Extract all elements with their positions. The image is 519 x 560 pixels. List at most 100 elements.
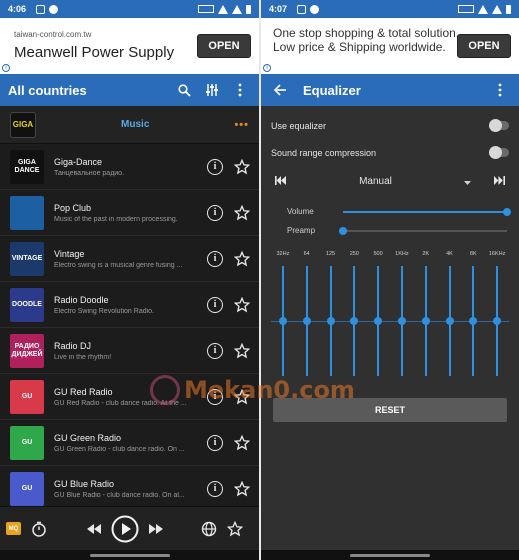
eq-band: 125 <box>319 248 343 380</box>
eq-band-thumb[interactable] <box>326 317 335 325</box>
favorite-star-icon[interactable] <box>233 250 251 268</box>
ad-info-icon[interactable]: i <box>263 64 271 72</box>
station-info-icon[interactable]: i <box>207 204 223 221</box>
eq-band-thumb[interactable] <box>278 317 287 325</box>
station-text: Radio DJ Live in the rhythm! <box>44 341 201 361</box>
eq-band: 1KHz <box>390 248 414 380</box>
station-info-icon[interactable]: i <box>207 388 223 405</box>
favorite-star-icon[interactable] <box>233 480 251 498</box>
favorite-star-icon[interactable] <box>233 342 251 360</box>
volume-slider[interactable] <box>343 207 511 216</box>
equalizer-screen: 4:07 One stop shopping & total solution.… <box>261 0 519 560</box>
favorite-star-icon[interactable] <box>233 388 251 406</box>
station-logo: DOODLE <box>10 287 44 322</box>
station-info-icon[interactable]: i <box>207 434 223 451</box>
page-title: Equalizer <box>303 82 361 98</box>
ad-open-button[interactable]: OPEN <box>457 34 511 58</box>
search-icon[interactable] <box>173 79 195 101</box>
station-description: GU Red Radio - club dance radio. At the … <box>54 399 187 407</box>
favorite-star-icon[interactable] <box>233 296 251 314</box>
sleep-timer-icon[interactable] <box>31 521 47 537</box>
globe-icon[interactable] <box>201 521 217 537</box>
ad-text[interactable]: One stop shopping & total solution. Low … <box>273 26 463 54</box>
back-arrow-icon[interactable] <box>269 79 291 101</box>
ad-info-icon[interactable]: i <box>2 64 10 72</box>
eq-band-label: 8K <box>469 251 477 257</box>
sound-range-compression-toggle[interactable] <box>489 146 509 159</box>
eq-band-thumb[interactable] <box>493 317 502 325</box>
station-row[interactable]: РАДИО ДИДЖЕЙ Radio DJ Live in the rhythm! i <box>0 328 259 374</box>
station-name: Vintage <box>54 248 85 259</box>
sound-range-compression-row[interactable]: Sound range compression <box>261 139 519 166</box>
app-bar: Equalizer <box>261 74 519 106</box>
station-text: Pop Club Music of the past in modern proc… <box>44 203 201 223</box>
favorite-star-icon[interactable] <box>233 158 251 176</box>
battery-icon <box>246 4 251 14</box>
station-logo: GIGA DANCE <box>10 149 44 184</box>
volume-slider-thumb[interactable] <box>503 207 511 216</box>
eq-band-label: 64 <box>303 251 310 257</box>
reset-button[interactable]: RESET <box>273 398 507 422</box>
category-more-button[interactable]: ••• <box>234 119 249 131</box>
station-info-icon[interactable]: i <box>207 480 223 497</box>
eq-band-thumb[interactable] <box>350 317 359 325</box>
favorite-star-icon[interactable] <box>233 204 251 222</box>
station-row[interactable]: GIGA DANCE Giga-Dance Танцевальное радио. i <box>0 144 259 190</box>
quality-badge[interactable]: MQ <box>6 522 21 535</box>
eq-band-label: 32Hz <box>276 251 290 257</box>
favorite-star-icon[interactable] <box>227 520 243 537</box>
station-name: GU Blue Radio <box>54 478 115 489</box>
station-list: GIGA DANCE Giga-Dance Танцевальное радио. i… <box>0 144 259 512</box>
preamp-slider-thumb[interactable] <box>339 226 347 235</box>
preset-name[interactable]: Manual <box>287 176 464 187</box>
play-button[interactable] <box>111 515 139 543</box>
radio-app-screen: 4:06 taiwan-control.com.tw Meanwell Powe… <box>0 0 259 560</box>
eq-band-thumb[interactable] <box>421 317 430 325</box>
notification-icon <box>297 4 307 14</box>
eq-band: 8K <box>461 248 485 380</box>
eq-band-thumb[interactable] <box>397 317 406 325</box>
ad-banner[interactable]: One stop shopping & total solution. Low … <box>261 18 519 74</box>
overflow-menu-icon[interactable] <box>229 79 251 101</box>
station-description: Music of the past in modern processing. <box>54 215 178 223</box>
category-label[interactable]: Music <box>36 119 234 130</box>
station-row[interactable]: Pop Club Music of the past in modern proc… <box>0 190 259 236</box>
category-logo-text: GIGA <box>12 120 34 129</box>
eq-band-thumb[interactable] <box>302 317 311 325</box>
filter-icon[interactable] <box>201 79 223 101</box>
system-nav-bar <box>261 550 519 560</box>
eq-band-label: 250 <box>349 251 359 257</box>
station-row[interactable]: DOODLE Radio Doodle Electro Swing Revoluti… <box>0 282 259 328</box>
overflow-menu-icon[interactable] <box>489 79 511 101</box>
use-equalizer-row[interactable]: Use equalizer <box>261 112 519 139</box>
eq-band-thumb[interactable] <box>469 317 478 325</box>
home-indicator[interactable] <box>350 554 430 557</box>
ad-open-button[interactable]: OPEN <box>197 34 251 58</box>
previous-icon[interactable] <box>87 523 101 534</box>
station-info-icon[interactable]: i <box>207 296 223 313</box>
category-logo[interactable]: GIGA <box>10 111 36 138</box>
use-equalizer-toggle[interactable] <box>489 119 509 132</box>
station-row[interactable]: GU GU Red Radio GU Red Radio - club dance … <box>0 374 259 420</box>
eq-band-thumb[interactable] <box>445 317 454 325</box>
eq-band-thumb[interactable] <box>374 317 383 325</box>
station-info-icon[interactable]: i <box>207 342 223 359</box>
next-preset-icon[interactable] <box>493 172 505 190</box>
ad-banner[interactable]: taiwan-control.com.tw Meanwell Power Sup… <box>0 18 259 74</box>
player-bar: MQ <box>0 506 259 550</box>
station-row[interactable]: VINTAGE Vintage Electro swing is a musical… <box>0 236 259 282</box>
station-info-icon[interactable]: i <box>207 250 223 267</box>
favorite-star-icon[interactable] <box>233 434 251 452</box>
status-bar: 4:07 <box>261 0 519 18</box>
station-description: Live in the rhythm! <box>54 353 112 361</box>
previous-preset-icon[interactable] <box>275 172 287 190</box>
station-row[interactable]: GU GU Green Radio GU Green Radio - club da… <box>0 420 259 466</box>
preset-dropdown-icon[interactable] <box>464 172 471 190</box>
wifi-icon <box>218 4 228 14</box>
volume-slider-fill <box>343 210 507 213</box>
home-indicator[interactable] <box>89 554 170 557</box>
next-icon[interactable] <box>149 523 163 534</box>
station-info-icon[interactable]: i <box>207 158 223 175</box>
preamp-slider[interactable] <box>339 226 507 235</box>
ad-title[interactable]: Meanwell Power Supply <box>14 44 174 61</box>
